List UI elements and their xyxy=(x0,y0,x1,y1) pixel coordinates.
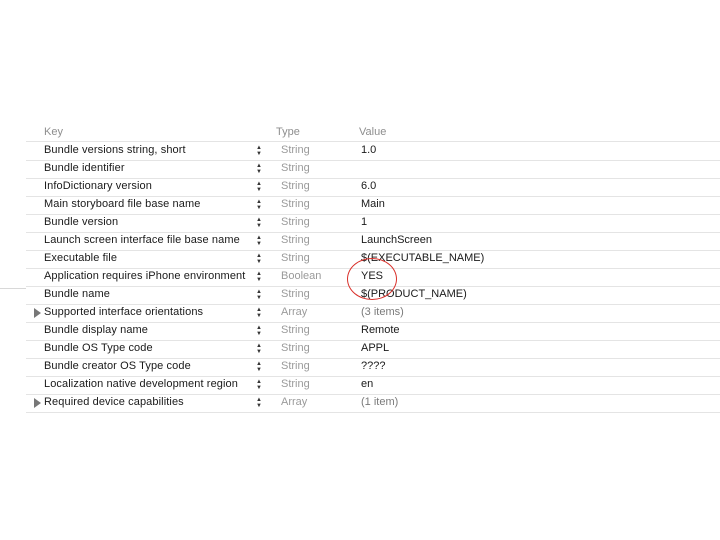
row-value[interactable]: APPL xyxy=(361,342,389,354)
row-key[interactable]: Bundle creator OS Type code xyxy=(44,360,191,372)
row-key[interactable]: Bundle versions string, short xyxy=(44,144,186,156)
row-value[interactable]: 6.0 xyxy=(361,180,376,192)
plist-row[interactable]: Main storyboard file base name ▲ ▼ String Ma… xyxy=(0,196,720,215)
up-down-stepper-icon[interactable]: ▲ ▼ xyxy=(255,325,263,337)
row-type[interactable]: String xyxy=(281,234,310,246)
plist-row[interactable]: Launch screen interface file base name ▲ ▼… xyxy=(0,232,720,251)
up-down-stepper-icon[interactable]: ▲ ▼ xyxy=(255,397,263,409)
row-value[interactable]: Remote xyxy=(361,324,400,336)
row-value[interactable]: Main xyxy=(361,198,385,210)
disclosure-triangle-icon[interactable] xyxy=(34,398,41,408)
plist-row[interactable]: Bundle display name ▲ ▼ String Remote xyxy=(0,322,720,341)
up-down-stepper-icon[interactable]: ▲ ▼ xyxy=(255,379,263,391)
up-down-stepper-icon[interactable]: ▲ ▼ xyxy=(255,289,263,301)
row-key[interactable]: InfoDictionary version xyxy=(44,180,152,192)
row-type[interactable]: String xyxy=(281,360,310,372)
up-down-stepper-icon[interactable]: ▲ ▼ xyxy=(255,217,263,229)
row-value[interactable]: $(PRODUCT_NAME) xyxy=(361,288,467,300)
up-down-stepper-icon[interactable]: ▲ ▼ xyxy=(255,361,263,373)
plist-row[interactable]: Bundle name ▲ ▼ String $(PRODUCT_NAME) xyxy=(0,286,720,305)
plist-row[interactable]: Bundle version ▲ ▼ String 1 xyxy=(0,214,720,233)
row-key[interactable]: Application requires iPhone environment xyxy=(44,270,245,282)
row-value[interactable]: LaunchScreen xyxy=(361,234,432,246)
plist-row[interactable]: Application requires iPhone environment ▲… xyxy=(0,268,720,287)
column-header-row: Key Type Value xyxy=(26,124,720,142)
plist-row[interactable]: Required device capabilities ▲ ▼ Array (1 it… xyxy=(0,394,720,413)
row-key[interactable]: Bundle identifier xyxy=(44,162,125,174)
row-value[interactable]: YES xyxy=(361,270,383,282)
up-down-stepper-icon[interactable]: ▲ ▼ xyxy=(255,253,263,265)
row-type[interactable]: String xyxy=(281,144,310,156)
row-type[interactable]: String xyxy=(281,288,310,300)
plist-row[interactable]: Supported interface orientations ▲ ▼ Array (… xyxy=(0,304,720,323)
row-type[interactable]: String xyxy=(281,324,310,336)
row-value[interactable]: 1 xyxy=(361,216,367,228)
disclosure-triangle-icon[interactable] xyxy=(34,308,41,318)
up-down-stepper-icon[interactable]: ▲ ▼ xyxy=(255,343,263,355)
plist-editor: Key Type Value Bundle versions string, s… xyxy=(0,124,720,413)
row-type[interactable]: String xyxy=(281,180,310,192)
row-type[interactable]: String xyxy=(281,378,310,390)
row-key[interactable]: Main storyboard file base name xyxy=(44,198,200,210)
up-down-stepper-icon[interactable]: ▲ ▼ xyxy=(255,307,263,319)
row-key[interactable]: Bundle display name xyxy=(44,324,148,336)
divider xyxy=(0,288,26,289)
row-value[interactable]: (3 items) xyxy=(361,306,404,318)
row-key[interactable]: Supported interface orientations xyxy=(44,306,203,318)
up-down-stepper-icon[interactable]: ▲ ▼ xyxy=(255,199,263,211)
row-value[interactable]: ???? xyxy=(361,360,385,372)
row-value[interactable]: $(EXECUTABLE_NAME) xyxy=(361,252,484,264)
plist-row[interactable]: Localization native development region ▲ ▼… xyxy=(0,376,720,395)
row-separator xyxy=(26,160,720,179)
row-type[interactable]: String xyxy=(281,216,310,228)
row-type[interactable]: String xyxy=(281,342,310,354)
plist-row[interactable]: Bundle creator OS Type code ▲ ▼ String???? xyxy=(0,358,720,377)
row-type[interactable]: Array xyxy=(281,306,307,318)
row-key[interactable]: Bundle OS Type code xyxy=(44,342,153,354)
row-key[interactable]: Required device capabilities xyxy=(44,396,184,408)
plist-row[interactable]: Bundle OS Type code ▲ ▼ String APPL xyxy=(0,340,720,359)
column-header-key[interactable]: Key xyxy=(44,126,63,138)
row-value[interactable]: (1 item) xyxy=(361,396,398,408)
up-down-stepper-icon[interactable]: ▲ ▼ xyxy=(255,163,263,175)
row-key[interactable]: Executable file xyxy=(44,252,117,264)
up-down-stepper-icon[interactable]: ▲ ▼ xyxy=(255,145,263,157)
up-down-stepper-icon[interactable]: ▲ ▼ xyxy=(255,235,263,247)
column-header-value[interactable]: Value xyxy=(359,126,386,138)
plist-row[interactable]: Executable file ▲ ▼ String $(EXECUTABLE_NAME… xyxy=(0,250,720,269)
row-value[interactable]: 1.0 xyxy=(361,144,376,156)
row-key[interactable]: Bundle version xyxy=(44,216,118,228)
row-separator xyxy=(26,214,720,233)
row-key[interactable]: Bundle name xyxy=(44,288,110,300)
plist-row[interactable]: Bundle identifier ▲ ▼ String xyxy=(0,160,720,179)
row-type[interactable]: String xyxy=(281,198,310,210)
row-type[interactable]: Boolean xyxy=(281,270,321,282)
column-header-type[interactable]: Type xyxy=(276,126,300,138)
row-type[interactable]: String xyxy=(281,252,310,264)
row-key[interactable]: Localization native development region xyxy=(44,378,238,390)
plist-row[interactable]: Bundle versions string, short ▲ ▼ String 1.0 xyxy=(0,142,720,161)
row-key[interactable]: Launch screen interface file base name xyxy=(44,234,240,246)
row-type[interactable]: Array xyxy=(281,396,307,408)
row-type[interactable]: String xyxy=(281,162,310,174)
up-down-stepper-icon[interactable]: ▲ ▼ xyxy=(255,181,263,193)
up-down-stepper-icon[interactable]: ▲ ▼ xyxy=(255,271,263,283)
row-value[interactable]: en xyxy=(361,378,373,390)
plist-row[interactable]: InfoDictionary version ▲ ▼ String 6.0 xyxy=(0,178,720,197)
plist-rows: Bundle versions string, short ▲ ▼ String 1.0… xyxy=(0,142,720,413)
